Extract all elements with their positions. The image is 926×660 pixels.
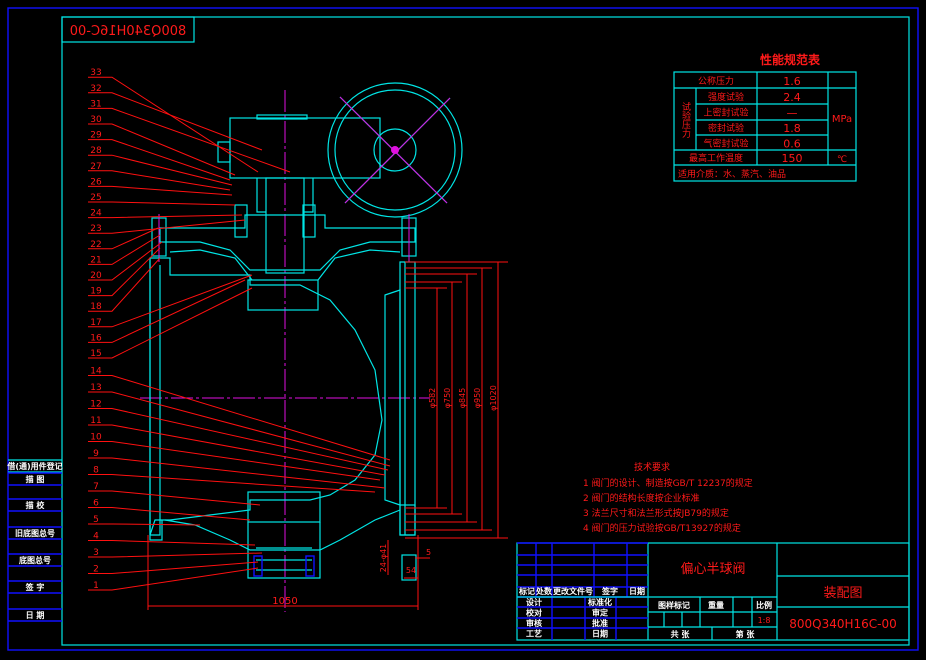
temp-unit: ℃ (837, 155, 847, 165)
length-dimension: 1050 (272, 596, 297, 607)
callout-leader (88, 154, 233, 186)
valve-assembly (140, 82, 463, 612)
callout-leader (88, 424, 386, 476)
callout-leader (88, 287, 253, 359)
callout-leader (88, 201, 236, 206)
handwheel (327, 82, 463, 218)
nominal-pressure-label: 公称压力 (698, 75, 734, 87)
performance-table-title: 性能规范表 (759, 52, 821, 67)
attr-scale: 比例 (756, 600, 772, 610)
sign-role: 校对 (526, 608, 542, 618)
diameter-d5: φ1020 (489, 385, 498, 411)
tech-requirements-heading: 技术要求 (634, 461, 670, 473)
sign-role: 工艺 (526, 629, 542, 639)
callout-leader (88, 139, 231, 181)
tech-requirements: 技术要求 1 阀门的设计、制造按GB/T 12237的规定 2 阀门的结构长度按… (583, 461, 753, 534)
cad-drawing: 800Q340H16C-00 借(通)用件登记描 图描 校旧底图总号底图总号签 … (6, 7, 919, 651)
callout-leader (88, 375, 391, 461)
tech-requirement-2: 2 阀门的结构长度按企业标准 (583, 492, 700, 504)
left-strip-label: 签 字 (25, 582, 45, 592)
flange-thk-dimension: 54 (406, 566, 416, 575)
drawing-frame (61, 16, 910, 646)
callout-leader (88, 274, 253, 328)
product-name: 偏心半球阀 (680, 562, 745, 577)
medium-text: 适用介质：水、蒸汽、油品 (678, 168, 786, 180)
left-strip-label: 借(通)用件登记 (6, 461, 62, 471)
test-row-value: 0.6 (783, 138, 801, 151)
callout-leader (88, 214, 243, 219)
dimensions: 1050 24-φ41 54 5 φ582 φ750 φ845 φ950 φ1020 (147, 261, 508, 610)
callout-leader (88, 567, 259, 591)
callout-leader (88, 507, 251, 521)
diameter-d3: φ845 (458, 388, 467, 409)
tech-requirement-3: 3 法兰尺寸和法兰形式按JB79的规定 (583, 507, 729, 519)
attr-weight: 重量 (708, 600, 724, 610)
callout-leader (88, 170, 231, 191)
diameter-d4: φ950 (473, 388, 482, 409)
callout-leader (88, 92, 263, 151)
callout-leader (88, 457, 386, 489)
sign-role: 审核 (526, 618, 542, 628)
sheet-total: 共 张 (671, 629, 691, 639)
test-row-label: 密封试验 (708, 122, 744, 134)
drawing-code: 800Q340H16C-00 (789, 617, 897, 631)
diameter-d1: φ582 (428, 388, 437, 409)
max-temp-label: 最高工作温度 (689, 152, 743, 164)
revision-header: 标记 (518, 586, 535, 596)
diameter-d2: φ750 (443, 388, 452, 409)
sign-role: 设计 (526, 597, 542, 607)
sign-role: 日期 (592, 629, 608, 639)
left-strip-label: 旧底图总号 (15, 528, 55, 538)
attr-pattern-mark: 图样标记 (658, 600, 690, 610)
left-strip-label: 描 校 (26, 500, 46, 510)
scale-value: 1:8 (758, 616, 771, 625)
test-row-label: 气密封试验 (703, 138, 748, 150)
test-row-value: — (787, 107, 798, 120)
test-pressure-label: 试验压力 (680, 101, 691, 139)
revision-header: 处数 (535, 586, 553, 596)
test-row-label: 强度试验 (708, 91, 744, 103)
callouts: 1234567891011121314151617181920212223242… (88, 68, 391, 591)
sign-role: 标准化 (587, 597, 612, 607)
test-row-value: 2.4 (783, 91, 801, 104)
mirrored-code: 800Q340H16C-00 (70, 24, 187, 39)
tech-requirement-1: 1 阀门的设计、制造按GB/T 12237的规定 (583, 477, 753, 489)
sign-role: 批准 (592, 618, 608, 628)
test-row-label: 上密封试验 (703, 107, 748, 119)
bolt-hole-dimension: 24-φ41 (379, 544, 388, 573)
sheet-number: 第 张 (736, 629, 756, 639)
test-row-value: 1.8 (783, 122, 801, 135)
tech-requirement-4: 4 阀门的压力试验按GB/T13927的规定 (583, 522, 741, 534)
left-strip: 借(通)用件登记描 图描 校旧底图总号底图总号签 字日 期 (6, 459, 63, 622)
callout-leader (88, 552, 263, 558)
callout-leader (88, 185, 233, 196)
pressure-unit: MPa (832, 114, 852, 125)
left-strip-label: 日 期 (26, 610, 45, 620)
max-temp-value: 150 (782, 152, 803, 165)
drawing-type: 装配图 (823, 586, 862, 601)
performance-table: 性能规范表 公称压力 1.6 试验压力 强度试验 2.4 上密封试验 — 密封试验 1.8… (673, 52, 857, 182)
callout-leader (88, 474, 376, 493)
callout-leader (88, 490, 261, 506)
revision-header: 日期 (629, 586, 645, 596)
left-strip-label: 底图总号 (18, 555, 51, 565)
revision-header: 签字 (601, 586, 618, 596)
callout-leader (88, 540, 256, 546)
sign-role: 审定 (592, 608, 608, 618)
callout-leader (88, 523, 201, 526)
nominal-pressure-value: 1.6 (783, 75, 801, 88)
revision-header: 更改文件号 (553, 586, 593, 596)
title-block: 偏心半球阀 装配图 800Q340H16C-00 图样标记 重量 比例 1:8 … (516, 542, 910, 641)
raised-face-dimension: 5 (426, 548, 431, 557)
left-strip-label: 描 图 (26, 474, 45, 484)
